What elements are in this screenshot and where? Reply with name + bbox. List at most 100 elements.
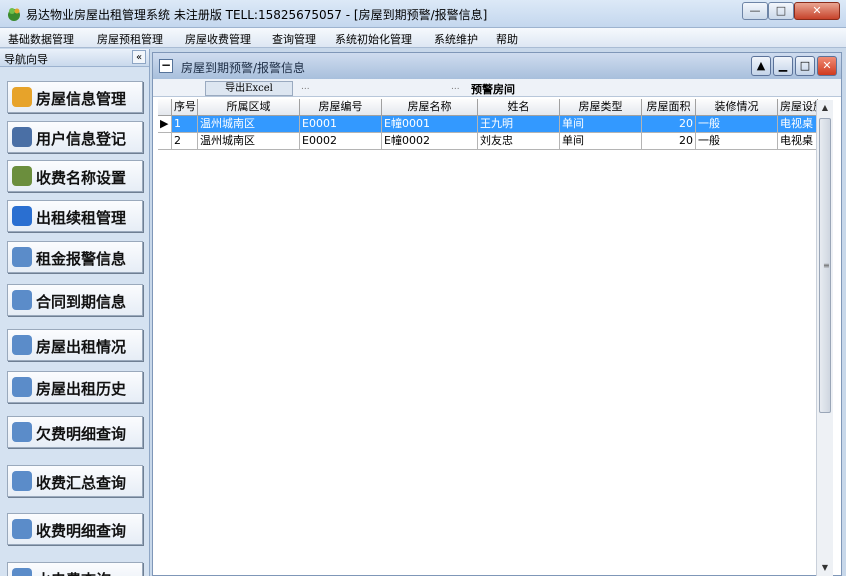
panel-scroll-up-button[interactable]: ▲ bbox=[751, 56, 771, 76]
column-header-type[interactable]: 房屋类型 bbox=[560, 99, 642, 116]
cell-person[interactable]: 王九明 bbox=[478, 116, 560, 133]
renew-icon bbox=[12, 206, 32, 226]
scroll-up-arrow-icon[interactable]: ▲ bbox=[817, 100, 833, 116]
column-header-facility[interactable]: 房屋设施 bbox=[778, 99, 818, 116]
cell-no[interactable]: 2 bbox=[172, 133, 198, 150]
grid-header-row: 序号 所属区域 房屋编号 房屋名称 姓名 房屋类型 房屋面积 装修情况 房屋设施 bbox=[158, 99, 818, 116]
cell-person[interactable]: 刘友忠 bbox=[478, 133, 560, 150]
window-title: 易达物业房屋出租管理系统 未注册版 TELL:15825675057 - [房屋… bbox=[26, 8, 488, 22]
magnifier-report-icon bbox=[12, 377, 32, 397]
maximize-button[interactable]: □ bbox=[768, 2, 794, 20]
menu-help[interactable]: 帮助 bbox=[496, 31, 518, 47]
nav-button-3[interactable]: 出租续租管理 bbox=[7, 200, 143, 232]
menu-fees[interactable]: 房屋收费管理 bbox=[185, 31, 251, 47]
cell-decor[interactable]: 一般 bbox=[696, 116, 778, 133]
nav-button-1[interactable]: 用户信息登记 bbox=[7, 121, 143, 153]
nav-button-6[interactable]: 房屋出租情况 bbox=[7, 329, 143, 361]
menu-init[interactable]: 系统初始化管理 bbox=[335, 31, 412, 47]
window-titlebar: 易达物业房屋出租管理系统 未注册版 TELL:15825675057 - [房屋… bbox=[0, 0, 846, 28]
cell-no[interactable]: 1 bbox=[172, 116, 198, 133]
nav-header: 导航向导 « bbox=[0, 49, 149, 67]
nav-button-5[interactable]: 合同到期信息 bbox=[7, 284, 143, 316]
panel-minimize-button[interactable]: ▁ bbox=[773, 56, 793, 76]
nav-button-label: 收费名称设置 bbox=[36, 169, 127, 187]
cell-size[interactable]: 20 bbox=[642, 133, 696, 150]
panel-collapse-button[interactable]: − bbox=[159, 59, 173, 73]
nav-collapse-button[interactable]: « bbox=[132, 50, 146, 64]
money-bag-icon bbox=[12, 166, 32, 186]
nav-header-title: 导航向导 bbox=[4, 53, 48, 66]
nav-button-label: 欠费明细查询 bbox=[36, 425, 127, 443]
grid-caption: 预警房间 bbox=[471, 83, 515, 96]
navigation-sidebar: 导航向导 « 房屋信息管理用户信息登记收费名称设置 出租续租管理租金报警信息合同到… bbox=[0, 49, 150, 576]
column-header-area[interactable]: 所属区域 bbox=[198, 99, 300, 116]
scroll-grip-icon: ≡ bbox=[823, 261, 830, 270]
column-header-decor[interactable]: 装修情况 bbox=[696, 99, 778, 116]
close-button[interactable]: ✕ bbox=[794, 2, 840, 20]
cell-area[interactable]: 温州城南区 bbox=[198, 133, 300, 150]
column-header-size[interactable]: 房屋面积 bbox=[642, 99, 696, 116]
cell-facility[interactable]: 电视桌 bbox=[778, 133, 818, 150]
scroll-thumb[interactable]: ≡ bbox=[819, 118, 831, 413]
magnifier-report-icon bbox=[12, 422, 32, 442]
menu-bar: 基础数据管理 房屋预租管理 房屋收费管理 查询管理 系统初始化管理 系统维护 帮… bbox=[0, 28, 846, 48]
grid-vertical-scrollbar[interactable]: ▲ ≡ ▼ bbox=[816, 100, 833, 576]
nav-button-7[interactable]: 房屋出租历史 bbox=[7, 371, 143, 403]
nav-button-10[interactable]: 收费明细查询 bbox=[7, 513, 143, 545]
export-excel-button[interactable]: 导出Excel bbox=[205, 81, 293, 96]
column-header-person[interactable]: 姓名 bbox=[478, 99, 560, 116]
magnifier-report-icon bbox=[12, 519, 32, 539]
app-logo-icon bbox=[8, 8, 20, 21]
toolbar-dots: ... bbox=[451, 82, 460, 92]
cell-code[interactable]: E0001 bbox=[300, 116, 382, 133]
nav-button-2[interactable]: 收费名称设置 bbox=[7, 160, 143, 192]
nav-button-4[interactable]: 租金报警信息 bbox=[7, 241, 143, 273]
table-row[interactable]: ▶ 1 温州城南区 E0001 E幢0001 王九明 单间 20 一般 电视桌 bbox=[158, 116, 818, 133]
nav-button-0[interactable]: 房屋信息管理 bbox=[7, 81, 143, 113]
menu-maintenance[interactable]: 系统维护 bbox=[434, 31, 478, 47]
nav-button-label: 房屋出租情况 bbox=[36, 338, 127, 356]
warning-grid: 序号 所属区域 房屋编号 房屋名称 姓名 房屋类型 房屋面积 装修情况 房屋设施… bbox=[158, 99, 818, 575]
minimize-button[interactable]: — bbox=[742, 2, 768, 20]
scroll-down-arrow-icon[interactable]: ▼ bbox=[817, 560, 833, 576]
row-indicator bbox=[158, 133, 172, 150]
table-row[interactable]: 2 温州城南区 E0002 E幢0002 刘友忠 单间 20 一般 电视桌 bbox=[158, 133, 818, 150]
nav-button-label: 房屋出租历史 bbox=[36, 380, 127, 398]
house-icon bbox=[12, 87, 32, 107]
column-header-no[interactable]: 序号 bbox=[172, 99, 198, 116]
menu-prerent[interactable]: 房屋预租管理 bbox=[97, 31, 163, 47]
column-header-name[interactable]: 房屋名称 bbox=[382, 99, 478, 116]
nav-button-label: 出租续租管理 bbox=[36, 209, 127, 227]
column-indicator bbox=[158, 99, 172, 116]
nav-button-label: 房屋信息管理 bbox=[36, 90, 127, 108]
magnifier-report-icon bbox=[12, 247, 32, 267]
cell-name[interactable]: E幢0002 bbox=[382, 133, 478, 150]
nav-button-label: 收费汇总查询 bbox=[36, 474, 127, 492]
magnifier-report-icon bbox=[12, 290, 32, 310]
grid-toolbar: 导出Excel ... ... 预警房间 bbox=[153, 79, 841, 97]
cell-name[interactable]: E幢0001 bbox=[382, 116, 478, 133]
cell-type[interactable]: 单间 bbox=[560, 116, 642, 133]
cell-code[interactable]: E0002 bbox=[300, 133, 382, 150]
nav-button-label: 收费明细查询 bbox=[36, 522, 127, 540]
menu-query[interactable]: 查询管理 bbox=[272, 31, 316, 47]
cell-decor[interactable]: 一般 bbox=[696, 133, 778, 150]
nav-button-label: 合同到期信息 bbox=[36, 293, 127, 311]
menu-basic-data[interactable]: 基础数据管理 bbox=[8, 31, 74, 47]
panel-close-button[interactable]: ✕ bbox=[817, 56, 837, 76]
nav-button-9[interactable]: 收费汇总查询 bbox=[7, 465, 143, 497]
cell-area[interactable]: 温州城南区 bbox=[198, 116, 300, 133]
panel-maximize-button[interactable]: □ bbox=[795, 56, 815, 76]
nav-button-label: 水电费查询 bbox=[36, 569, 111, 576]
cell-size[interactable]: 20 bbox=[642, 116, 696, 133]
column-header-code[interactable]: 房屋编号 bbox=[300, 99, 382, 116]
panel-title: 房屋到期预警/报警信息 bbox=[181, 61, 306, 75]
panel-header: − 房屋到期预警/报警信息 ▲ ▁ □ ✕ bbox=[153, 53, 841, 79]
user-card-icon bbox=[12, 127, 32, 147]
cell-facility[interactable]: 电视桌 bbox=[778, 116, 818, 133]
cell-type[interactable]: 单间 bbox=[560, 133, 642, 150]
nav-button-8[interactable]: 欠费明细查询 bbox=[7, 416, 143, 448]
magnifier-report-icon bbox=[12, 568, 32, 576]
magnifier-report-icon bbox=[12, 471, 32, 491]
nav-button-11[interactable]: 水电费查询 bbox=[7, 562, 143, 576]
